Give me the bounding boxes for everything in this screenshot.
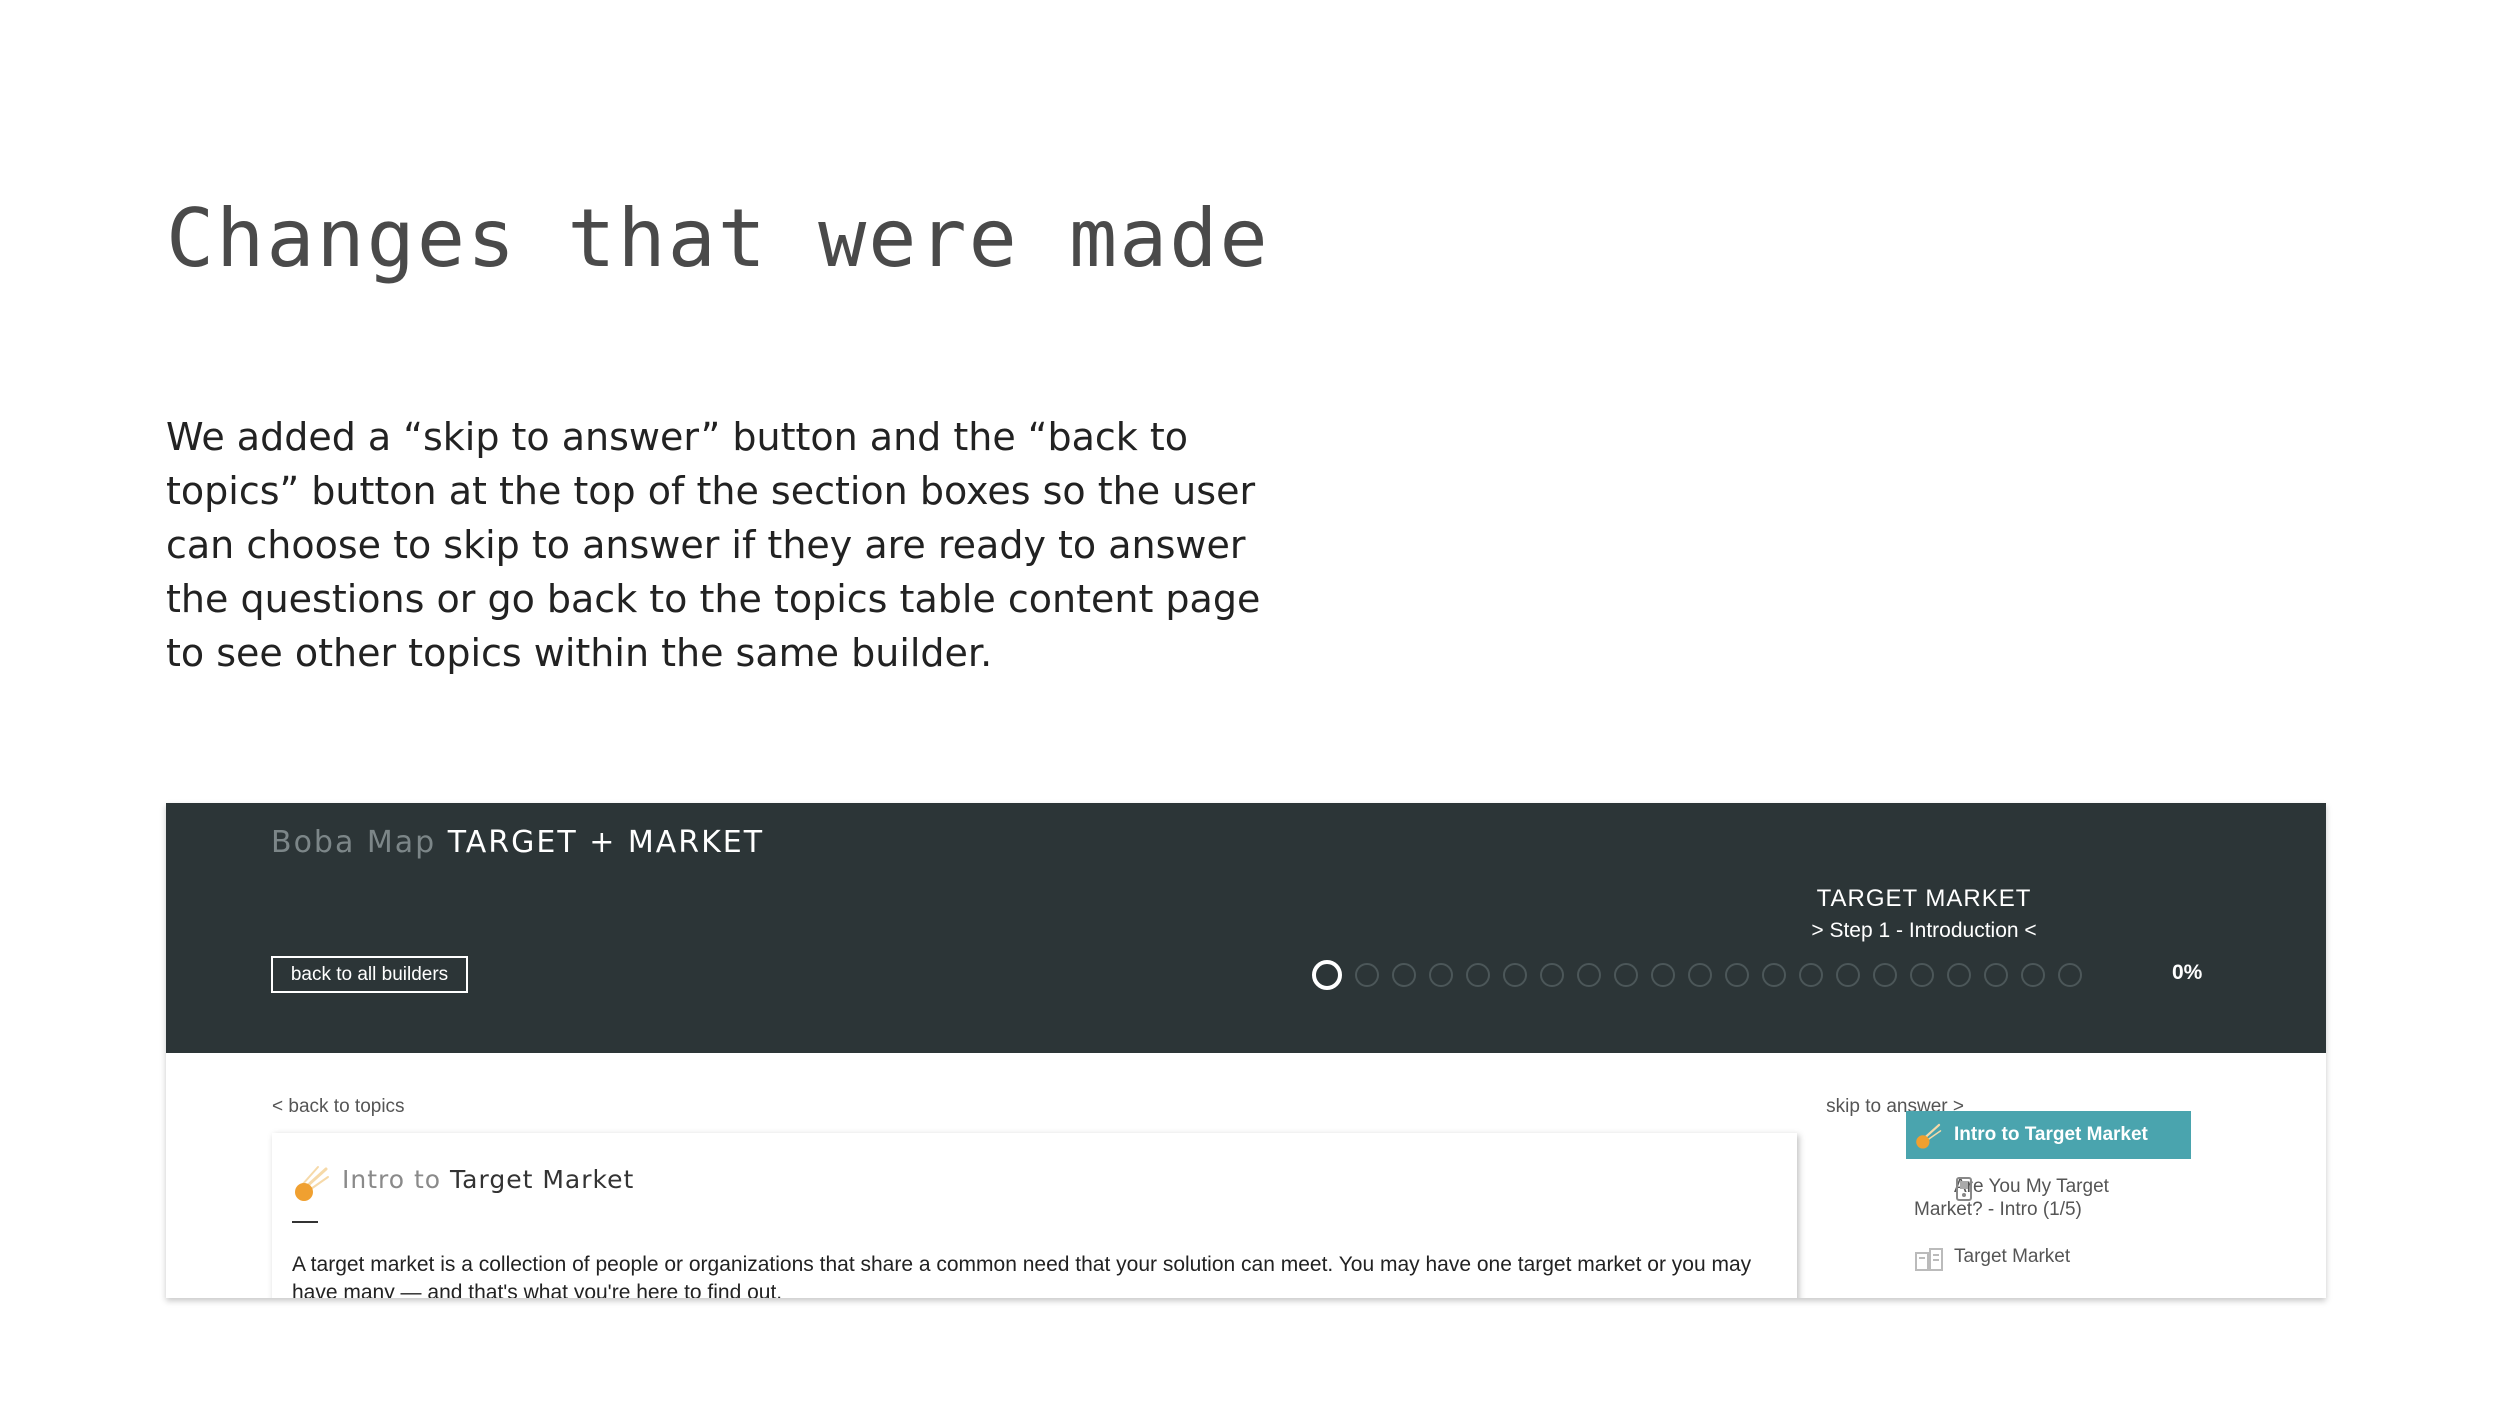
section-card: Intro to Target Market A target market i…	[272, 1133, 1797, 1298]
app-screenshot: Boba Map TARGET + MARKET back to all bui…	[166, 803, 2326, 1298]
progress-step[interactable]	[1355, 963, 1379, 987]
progress-step[interactable]	[1910, 963, 1934, 987]
slide: Changes that were made We added a “skip …	[0, 0, 2500, 1414]
progress-step[interactable]	[1392, 963, 1416, 987]
step-subtitle: > Step 1 - Introduction <	[1811, 919, 2037, 942]
progress-step[interactable]	[1466, 963, 1490, 987]
progress-step[interactable]	[1651, 963, 1675, 987]
app-header: Boba Map TARGET + MARKET back to all bui…	[166, 803, 2326, 1053]
progress-percent: 0%	[2172, 961, 2203, 984]
progress-step-current[interactable]	[1312, 960, 1342, 990]
sidebar-item-target-market[interactable]: Target Market	[1906, 1245, 2206, 1271]
progress-step[interactable]	[2058, 963, 2082, 987]
card-divider	[292, 1221, 318, 1223]
sidebar-item-label: Target Market	[1954, 1246, 2071, 1267]
progress-step[interactable]	[1503, 963, 1527, 987]
sidebar-item-intro[interactable]: Intro to Target Market	[1906, 1111, 2191, 1159]
card-title-main: Target Market	[450, 1165, 635, 1194]
progress-step[interactable]	[1799, 963, 1823, 987]
progress-step[interactable]	[1873, 963, 1897, 987]
sidebar-item-are-you-my-target-market[interactable]: Are You My Target Market? - Intro (1/5)	[1906, 1175, 2164, 1221]
card-text: A target market is a collection of peopl…	[292, 1253, 1752, 1298]
card-title-prefix: Intro to	[342, 1165, 442, 1194]
progress-step[interactable]	[1725, 963, 1749, 987]
progress-step[interactable]	[1429, 963, 1453, 987]
progress-step[interactable]	[1614, 963, 1638, 987]
progress-step[interactable]	[1762, 963, 1786, 987]
brand-logo[interactable]: Boba Map TARGET + MARKET	[271, 825, 764, 860]
progress-step[interactable]	[1984, 963, 2008, 987]
comet-icon	[1914, 1121, 1942, 1169]
step-title: TARGET MARKET	[1816, 885, 2032, 912]
slide-title: Changes that were made	[166, 192, 1270, 285]
comet-icon	[292, 1165, 330, 1208]
brand-product: TARGET + MARKET	[447, 825, 765, 860]
back-to-topics-link[interactable]: < back to topics	[272, 1096, 405, 1118]
buildings-icon	[1914, 1247, 1944, 1278]
progress-step[interactable]	[1688, 963, 1712, 987]
topics-sidebar: Intro to Target Market Are You My Target…	[1906, 1111, 2206, 1271]
progress-step[interactable]	[2021, 963, 2045, 987]
progress-step[interactable]	[1577, 963, 1601, 987]
card-title: Intro to Target Market	[342, 1165, 634, 1194]
brand-name: Boba Map	[271, 825, 437, 860]
slide-body-text: We added a “skip to answer” button and t…	[166, 415, 1261, 675]
progress-step[interactable]	[1836, 963, 1860, 987]
device-icon	[1914, 1177, 1974, 1207]
progress-step[interactable]	[1947, 963, 1971, 987]
back-to-all-builders-button[interactable]: back to all builders	[271, 956, 468, 993]
progress-steps	[1312, 960, 2082, 990]
sidebar-item-label: Intro to Target Market	[1954, 1124, 2148, 1145]
progress-step[interactable]	[1540, 963, 1564, 987]
